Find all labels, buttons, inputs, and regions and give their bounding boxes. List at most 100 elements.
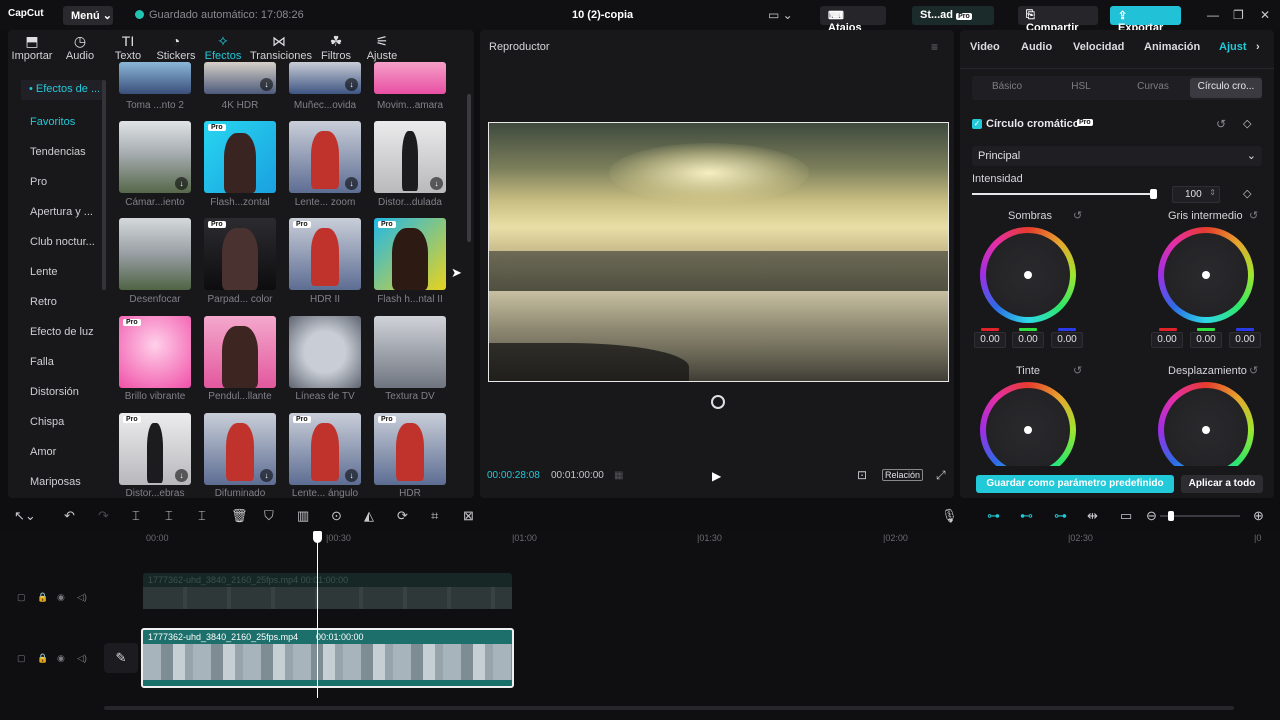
lock-icon[interactable]: 🔒 <box>37 653 48 664</box>
effect-thumbnail[interactable] <box>374 316 446 388</box>
effect-thumbnail[interactable]: ↓ <box>289 121 361 193</box>
timeline-grid-icon[interactable]: ▦ <box>614 470 623 481</box>
menu-button[interactable]: Menú ⌄ <box>63 6 113 25</box>
zoom-out-icon[interactable]: ⊖ <box>1146 508 1157 524</box>
subtab-curves[interactable]: Curvas <box>1120 78 1186 98</box>
effect-thumbnail[interactable] <box>289 316 361 388</box>
fullscreen-icon[interactable]: ⤢ <box>936 468 946 483</box>
category-glitch[interactable]: Falla <box>30 356 54 368</box>
tab-transitions[interactable]: ⋈ Transiciones <box>250 32 312 66</box>
subtab-hsl[interactable]: HSL <box>1048 78 1114 98</box>
shadows-blue-value[interactable]: 0.00 <box>1051 332 1083 348</box>
tab-stickers[interactable]: ◔ Stickers <box>152 32 200 66</box>
ghost-clip[interactable]: 1777362-uhd_3840_2160_25fps.mp4 00:01:00… <box>143 573 512 609</box>
reset-icon[interactable]: ↺ <box>1249 209 1258 222</box>
category-butterflies[interactable]: Mariposas <box>30 476 81 488</box>
tab-effects[interactable]: ✧ Efectos <box>199 32 247 66</box>
download-icon[interactable]: ↓ <box>430 177 443 190</box>
category-light[interactable]: Efecto de luz <box>30 326 94 338</box>
track-cover-icon[interactable]: ▢ <box>17 653 26 664</box>
keyframe-icon[interactable]: ◇ <box>1243 187 1251 200</box>
reset-icon[interactable]: ↺ <box>1073 364 1082 377</box>
wheel-handle[interactable] <box>1024 426 1032 434</box>
split-right-icon[interactable]: ⌶ <box>198 508 206 524</box>
wheel-handle[interactable] <box>1024 271 1032 279</box>
download-icon[interactable]: ↓ <box>345 177 358 190</box>
timeline-scrollbar[interactable] <box>104 706 1234 710</box>
studio-button[interactable]: St...ad Pro <box>912 6 994 25</box>
effect-thumbnail[interactable]: ↓ <box>374 121 446 193</box>
lock-icon[interactable]: 🔒 <box>37 592 48 603</box>
reset-icon[interactable]: ↺ <box>1216 117 1226 131</box>
effect-thumbnail[interactable]: ↓ <box>204 62 276 94</box>
shadows-color-wheel[interactable] <box>980 227 1076 323</box>
tab-video[interactable]: Video <box>970 41 1000 53</box>
tab-animation[interactable]: Animación <box>1144 41 1200 53</box>
crop-icon[interactable]: ⌗ <box>431 508 438 524</box>
main-clip[interactable]: 1777362-uhd_3840_2160_25fps.mp4 00:01:00… <box>141 628 514 688</box>
eye-icon[interactable]: ◉ <box>57 653 65 664</box>
download-icon[interactable]: ↓ <box>175 177 188 190</box>
export-button[interactable]: ⇪ Exportar <box>1110 6 1181 34</box>
category-love[interactable]: Amor <box>30 446 56 458</box>
download-icon[interactable]: ↓ <box>345 78 358 91</box>
aspect-ratio-button[interactable]: Relación <box>882 469 924 481</box>
midtones-blue-value[interactable]: 0.00 <box>1229 332 1261 348</box>
ai-tool-icon[interactable]: ⊠ <box>463 508 474 524</box>
shadows-red-value[interactable]: 0.00 <box>974 332 1006 348</box>
category-opening[interactable]: Apertura y ... <box>30 206 93 218</box>
download-icon[interactable]: ↓ <box>175 469 188 482</box>
category-spark[interactable]: Chispa <box>30 416 64 428</box>
category-effects[interactable]: • Efectos de ... <box>21 80 105 100</box>
midtones-color-wheel[interactable] <box>1158 227 1254 323</box>
shadows-green-value[interactable]: 0.00 <box>1012 332 1044 348</box>
midtones-green-value[interactable]: 0.00 <box>1190 332 1222 348</box>
effect-thumbnail[interactable]: Pro <box>204 218 276 290</box>
effect-thumbnail[interactable]: ↓ <box>204 413 276 485</box>
category-favorites[interactable]: Favoritos <box>30 116 75 128</box>
edit-cover-icon[interactable]: ✎ <box>104 643 138 673</box>
play-icon[interactable]: ▶ <box>712 469 721 483</box>
wheel-handle[interactable] <box>1202 426 1210 434</box>
zoom-slider-thumb[interactable] <box>1168 511 1174 521</box>
category-retro[interactable]: Retro <box>30 296 57 308</box>
minimize-icon[interactable]: — <box>1207 8 1219 22</box>
effect-thumbnail[interactable]: Pro <box>204 121 276 193</box>
mute-icon[interactable]: ◁) <box>77 592 87 603</box>
mute-icon[interactable]: ◁) <box>77 653 87 664</box>
layout-icon[interactable]: ▭ ⌄ <box>768 8 793 22</box>
reverse-icon[interactable]: ⊙ <box>331 508 342 524</box>
microphone-icon[interactable]: 🎙 <box>941 508 958 524</box>
effect-thumbnail[interactable] <box>119 62 191 94</box>
effect-thumbnail[interactable]: Pro <box>374 218 446 290</box>
effect-thumbnail[interactable]: ↓ <box>289 62 361 94</box>
effect-thumbnail[interactable]: ↓ <box>119 121 191 193</box>
video-preview[interactable] <box>488 122 949 382</box>
tab-adjust-inspector[interactable]: Ajust <box>1219 41 1247 53</box>
maximize-icon[interactable]: ❐ <box>1233 8 1244 22</box>
category-nightclub[interactable]: Club noctur... <box>30 236 95 248</box>
reset-icon[interactable]: ↺ <box>1073 209 1082 222</box>
effect-thumbnail[interactable] <box>374 62 446 94</box>
main-track-link-icon[interactable]: ⊶ <box>987 508 1000 524</box>
intensity-input[interactable]: 100 ⇕ <box>1172 186 1220 203</box>
tab-speed[interactable]: Velocidad <box>1073 41 1124 53</box>
delete-icon[interactable]: 🗑 <box>231 508 248 524</box>
subtab-color-wheel[interactable]: Círculo cro... <box>1190 78 1262 98</box>
undo-icon[interactable]: ↶ <box>64 508 75 524</box>
save-preset-button[interactable]: Guardar como parámetro predefinido <box>976 475 1174 493</box>
select-tool-icon[interactable]: ↖⌄ <box>14 508 36 524</box>
effect-thumbnail[interactable]: Pro ↓ <box>119 413 191 485</box>
effect-thumbnail[interactable]: Pro <box>119 316 191 388</box>
tab-adjust[interactable]: ⚟ Ajuste <box>358 32 406 66</box>
download-icon[interactable]: ↓ <box>345 469 358 482</box>
category-distortion[interactable]: Distorsión <box>30 386 79 398</box>
track-cover-icon[interactable]: ▢ <box>17 592 26 603</box>
player-menu-icon[interactable]: ≡ <box>931 40 938 54</box>
effect-thumbnail[interactable] <box>119 218 191 290</box>
tab-import[interactable]: ⬒ Importar <box>8 32 56 66</box>
auto-snap-icon[interactable]: ⊷ <box>1020 508 1033 524</box>
redo-icon[interactable]: ↷ <box>98 508 109 524</box>
mark-icon[interactable]: ⛉ <box>264 508 274 524</box>
split-left-icon[interactable]: ⌶ <box>165 508 173 524</box>
